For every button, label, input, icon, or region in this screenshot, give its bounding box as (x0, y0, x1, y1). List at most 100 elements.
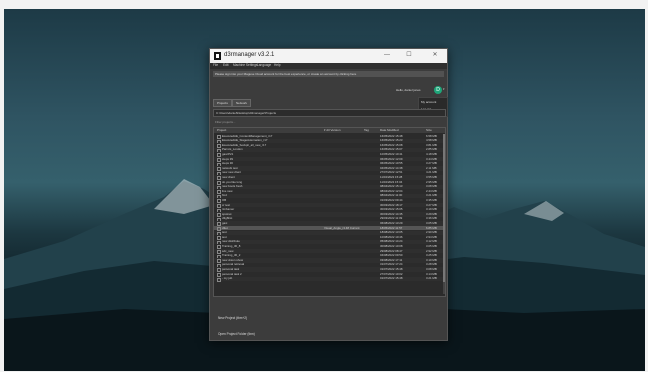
size-cell: 3.05 MB (426, 243, 437, 248)
date-modified-cell: 08/04/2022 15:13 (380, 184, 403, 189)
close-button[interactable]: ✕ (429, 52, 441, 60)
account-avatar-button[interactable]: D (434, 86, 442, 94)
project-name-cell: personal task 2 (222, 271, 242, 276)
size-cell: 3.44 MB (426, 156, 437, 161)
project-name-cell: live new (222, 188, 233, 193)
date-modified-cell: 31/07/2022 17:24 (380, 262, 403, 267)
date-modified-cell: 03/08/2022 17:11 (380, 257, 403, 262)
menu-help[interactable]: Help (274, 63, 281, 67)
date-modified-cell: 08/04/2022 11:00 (380, 193, 403, 198)
project-name-cell: cr test (222, 202, 230, 207)
d3manager-window: d3rmanager v3.2.1 — ☐ ✕ File Edit Machin… (209, 48, 448, 341)
open-project-folder-link[interactable]: Open Project Folder (tbm) (218, 332, 255, 336)
project-name-cell: personal retrieval (222, 262, 245, 267)
project-name-cell: Parrots_London (222, 147, 243, 152)
size-cell: 3.21 MB (426, 276, 437, 281)
date-modified-cell: 18/05/2022 11:57 (380, 225, 403, 230)
sign-in-notice[interactable]: Please sign into your Maguse Cloud accou… (213, 71, 444, 77)
size-cell: 3.08 MB (426, 184, 437, 189)
date-modified-cell: 30/03/2022 14:35 (380, 211, 403, 216)
menu-language[interactable]: Language (257, 63, 271, 67)
maximize-button[interactable]: ☐ (403, 52, 415, 60)
sign-in-notice-text: Please sign into your Maguse Cloud accou… (215, 71, 357, 76)
project-name-cell: new boots fresh (222, 184, 243, 189)
date-modified-cell: 06/05/2022 12:09 (380, 156, 403, 161)
size-cell: 3.28 MB (426, 262, 437, 267)
window-title: d3rmanager v3.2.1 (224, 52, 275, 58)
projects-table: Project ▾ d3 Version Tag Date Modified S… (213, 127, 446, 297)
date-modified-cell: 16/05/2022 15:07 (380, 147, 403, 152)
minimize-button[interactable]: — (381, 52, 393, 60)
project-name-cell: ExecutedAE_Sockpit_all_new_r17 (222, 142, 267, 147)
project-name-cell: do you like long (222, 179, 243, 184)
tab-network[interactable]: Network (232, 99, 252, 107)
size-cell: 3.25 MB (426, 253, 437, 258)
project-name-cell: ExecutedAE_ContentManagement_r17 (222, 133, 273, 138)
table-header: Project ▾ d3 Version Tag Date Modified S… (214, 128, 445, 133)
menu-edit[interactable]: Edit (223, 63, 229, 67)
chevron-down-icon[interactable]: ▾ (443, 88, 445, 91)
new-project-link[interactable]: New Project (tbm+2) (218, 316, 247, 320)
project-name-cell: new distribute (222, 239, 240, 244)
project-name-cell: Training_30_8 (222, 243, 241, 248)
size-cell: 3.12 MB (426, 239, 437, 244)
size-cell: 6.85 MB (426, 225, 437, 230)
menu-bar: File Edit Machine Settings Language Help (210, 63, 447, 69)
size-cell: 3.08 MB (426, 266, 437, 271)
app-logo-icon (214, 52, 221, 60)
project-name-cell: network test (222, 165, 238, 170)
date-modified-cell: 27/07/2022 12:51 (380, 170, 403, 175)
column-version[interactable]: ▾ d3 Version (324, 129, 341, 132)
menu-file[interactable]: File (213, 63, 218, 67)
column-project[interactable]: Project (217, 129, 226, 132)
size-cell: 4.21 MB (426, 170, 437, 175)
version-cell: Visual_Angle_r4.48 Current (324, 225, 360, 230)
table-row[interactable]: - my job 01/07/2022 15:48 3.21 MB (214, 276, 443, 282)
size-cell: 3.14 MB (426, 271, 437, 276)
project-name-cell: rimbamer (222, 207, 235, 212)
date-modified-cell: 31/07/2022 15:48 (380, 266, 403, 271)
date-modified-cell: 31/03/2022 09:44 (380, 197, 403, 202)
size-cell: 6.58 MB (426, 133, 437, 138)
size-cell: 3.19 MB (426, 207, 437, 212)
column-date-modified[interactable]: Date Modified (380, 129, 399, 132)
date-modified-cell: 11/04/2022 15:04 (380, 179, 403, 184)
desktop-wallpaper: d3rmanager v3.2.1 — ☐ ✕ File Edit Machin… (4, 9, 645, 371)
my-account-menu-item[interactable]: My account (421, 101, 436, 104)
date-modified-cell: 16/05/2022 15:08 (380, 142, 403, 147)
size-cell: 3.10 MB (426, 257, 437, 262)
filter-projects-input[interactable]: Filter projects... (215, 121, 236, 124)
project-name-cell: spotnet (222, 211, 232, 216)
project-name-cell: d3et (222, 225, 228, 230)
date-modified-cell: 30/08/2022 10:08 (380, 243, 403, 248)
date-modified-cell: 29/03/2022 11:09 (380, 216, 403, 221)
size-cell: 2.95 MB (426, 179, 437, 184)
table-scroll-thumb[interactable] (443, 134, 445, 282)
date-modified-cell: 30/03/2022 18:17 (380, 202, 403, 207)
menu-machine-settings[interactable]: Machine Settings (233, 63, 257, 67)
column-tag[interactable]: Tag (364, 129, 369, 132)
project-name-cell: personal task (222, 266, 240, 271)
project-name-cell: steps 30 (222, 161, 233, 166)
date-modified-cell: 30/03/2022 15:05 (380, 207, 403, 212)
size-cell: 3.29 MB (426, 211, 437, 216)
tab-projects[interactable]: Projects (213, 99, 232, 107)
project-name-cell: Training_30_2 (222, 253, 241, 258)
size-cell: 3.35 MB (426, 197, 437, 202)
row-checkbox[interactable] (217, 277, 221, 282)
title-bar: d3rmanager v3.2.1 — ☐ ✕ (210, 49, 447, 63)
greeting-text: Hello, daniel jones (396, 88, 421, 92)
project-name-cell: sdc_new (222, 248, 234, 253)
project-name-cell: steps 39 (222, 156, 233, 161)
size-cell: 3.21 MB (426, 193, 437, 198)
date-modified-cell: 08/04/2022 12:04 (380, 188, 403, 193)
column-size[interactable]: Size (426, 129, 432, 132)
project-name-cell: d3g8irst (222, 216, 233, 221)
projects-path-text: C:\Users\daniel\Desktop\d3manager\Projec… (216, 110, 277, 115)
size-cell: 2.92 MB (426, 248, 437, 253)
projects-path-field[interactable]: C:\Users\daniel\Desktop\d3manager\Projec… (213, 109, 446, 117)
project-name-cell: ExecutedAE_StageAutomation_r17 (222, 138, 268, 143)
date-modified-cell: 16/05/2022 15:48 (380, 133, 403, 138)
date-modified-cell: 06/05/2022 10:55 (380, 161, 403, 166)
size-cell: 3.81 MB (426, 142, 437, 147)
